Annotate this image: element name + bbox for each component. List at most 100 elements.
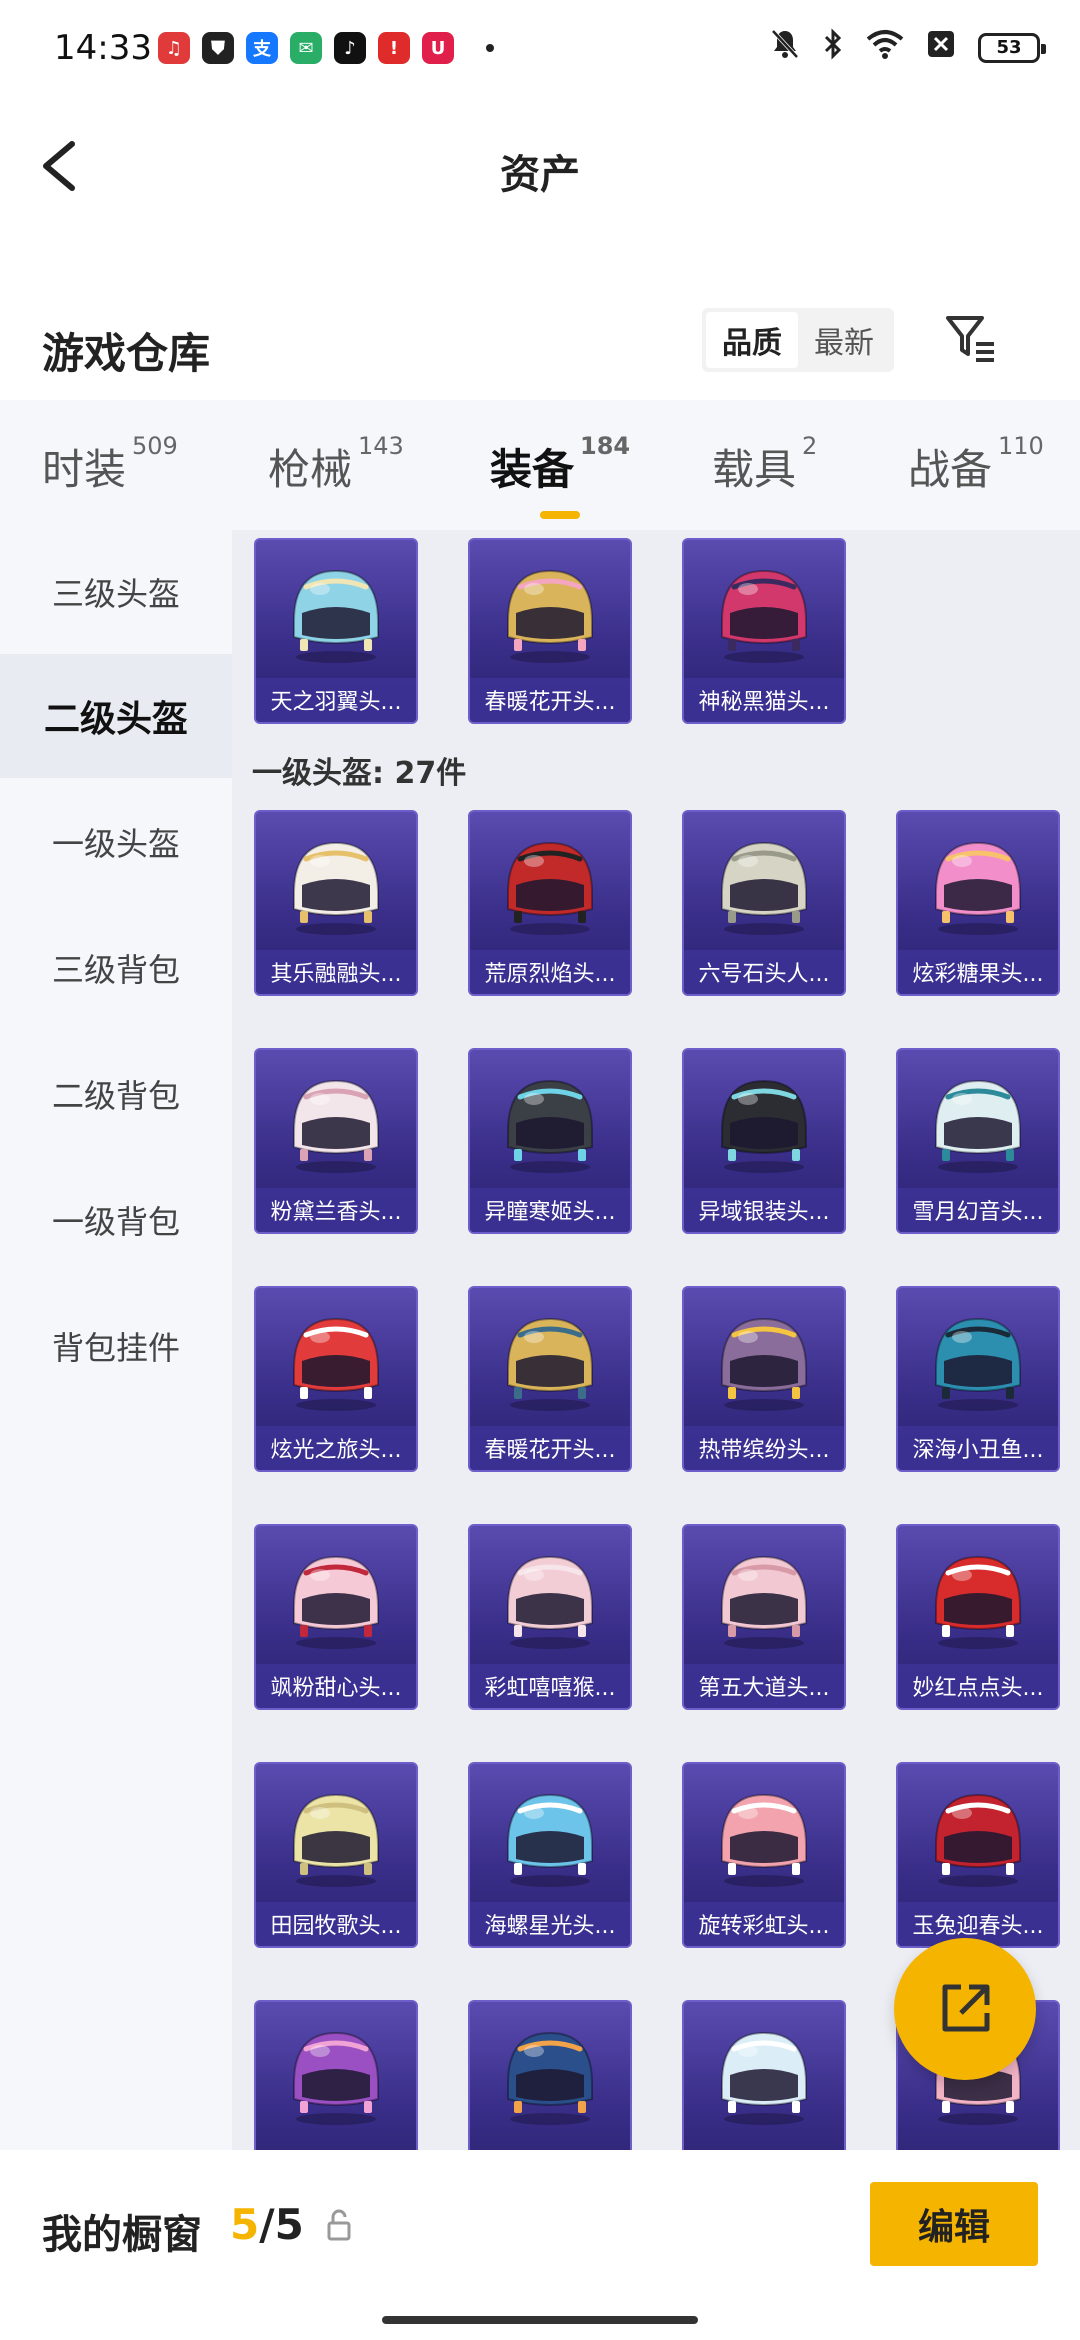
helmet-icon	[256, 1776, 416, 1896]
item-card[interactable]	[682, 2000, 846, 2150]
tab-count: 2	[802, 432, 818, 460]
helmet-icon	[898, 824, 1058, 944]
category-tabs: 时装 509 枪械 143 装备 184 载具 2 战备 110	[0, 400, 1080, 530]
item-card[interactable]: 玉兔迎春头...	[896, 1762, 1060, 1948]
item-card[interactable]: 春暖花开头...	[468, 538, 632, 724]
alipay-app-icon: 支	[246, 32, 278, 64]
top-nav: 资产	[0, 96, 1080, 246]
item-card[interactable]: 天之羽翼头...	[254, 538, 418, 724]
showcase-count: 5/5	[230, 2200, 304, 2249]
sidebar-item-level2-backpack[interactable]: 二级背包	[0, 1032, 232, 1156]
helmet-icon	[684, 1538, 844, 1658]
sidebar-item-level1-backpack[interactable]: 一级背包	[0, 1158, 232, 1282]
share-fab-button[interactable]	[894, 1938, 1036, 2080]
item-card[interactable]: 海螺星光头...	[468, 1762, 632, 1948]
lock-icon	[326, 2208, 352, 2242]
item-card[interactable]	[254, 2000, 418, 2150]
sort-latest-option[interactable]: 最新	[798, 312, 890, 368]
helmet-icon	[684, 552, 844, 672]
filter-button[interactable]	[942, 310, 1000, 368]
helmet-icon	[256, 1538, 416, 1658]
battery-indicator: 53	[978, 32, 1046, 63]
item-card[interactable]: 田园牧歌头...	[254, 1762, 418, 1948]
item-card[interactable]: 炫彩糖果头...	[896, 810, 1060, 996]
item-card[interactable]: 深海小丑鱼...	[896, 1286, 1060, 1472]
tab-label: 装备	[490, 445, 575, 494]
item-label: 第五大道头...	[684, 1664, 844, 1708]
item-card[interactable]: 彩虹嘻嘻猴...	[468, 1524, 632, 1710]
tab-count: 509	[132, 432, 178, 460]
group-title: 一级头盔: 27件	[252, 756, 467, 791]
active-tab-indicator	[540, 511, 581, 519]
item-label: 荒原烈焰头...	[470, 950, 630, 994]
showcase-total: /5	[259, 2200, 304, 2249]
item-card[interactable]: 飒粉甜心头...	[254, 1524, 418, 1710]
helmet-icon	[684, 1776, 844, 1896]
item-card[interactable]: 旋转彩虹头...	[682, 1762, 846, 1948]
helmet-icon	[898, 1300, 1058, 1420]
sort-toggle: 品质 最新	[702, 308, 894, 372]
item-card[interactable]: 荒原烈焰头...	[468, 810, 632, 996]
item-label: 热带缤纷头...	[684, 1426, 844, 1470]
tab-label: 战备	[908, 445, 993, 494]
item-card[interactable]	[468, 2000, 632, 2150]
item-label: 异瞳寒姬头...	[470, 1188, 630, 1232]
item-card[interactable]: 第五大道头...	[682, 1524, 846, 1710]
item-label: 深海小丑鱼...	[898, 1426, 1058, 1470]
item-card[interactable]: 热带缤纷头...	[682, 1286, 846, 1472]
helmet-icon	[256, 824, 416, 944]
filter-icon	[946, 316, 994, 362]
sidebar-item-level3-helmet[interactable]: 三级头盔	[0, 530, 232, 654]
tab-label: 枪械	[268, 445, 353, 494]
item-card[interactable]: 妙红点点头...	[896, 1524, 1060, 1710]
shield-app-icon: ⛊	[202, 32, 234, 64]
tab-count: 143	[358, 432, 404, 460]
tab-label: 时装	[42, 445, 127, 494]
item-card[interactable]: 异域银装头...	[682, 1048, 846, 1234]
item-card[interactable]: 雪月幻音头...	[896, 1048, 1060, 1234]
tab-equipment[interactable]: 装备 184	[490, 432, 630, 519]
notification-dot-icon	[486, 44, 494, 52]
bluetooth-icon	[822, 28, 844, 67]
mute-icon	[770, 28, 800, 67]
helmet-icon	[684, 2014, 844, 2134]
helmet-icon	[470, 1538, 630, 1658]
item-card[interactable]: 炫光之旅头...	[254, 1286, 418, 1472]
item-label: 炫光之旅头...	[256, 1426, 416, 1470]
helmet-icon	[470, 2014, 630, 2134]
status-app-icons: ♫ ⛊ 支 ✉ ♪! U	[158, 32, 494, 64]
sim-off-icon	[926, 29, 956, 66]
tab-count: 110	[998, 432, 1044, 460]
item-card[interactable]: 春暖花开头...	[468, 1286, 632, 1472]
sidebar-item-level3-backpack[interactable]: 三级背包	[0, 906, 232, 1030]
helmet-icon	[256, 2014, 416, 2134]
item-card[interactable]: 其乐融融头...	[254, 810, 418, 996]
tab-fashion[interactable]: 时装 509	[42, 432, 178, 497]
tab-supplies[interactable]: 战备 110	[908, 432, 1044, 497]
helmet-icon	[470, 1062, 630, 1182]
edit-button[interactable]: 编辑	[870, 2182, 1038, 2266]
helmet-icon	[684, 1062, 844, 1182]
helmet-icon	[470, 552, 630, 672]
item-card[interactable]: 异瞳寒姬头...	[468, 1048, 632, 1234]
item-label: 异域银装头...	[684, 1188, 844, 1232]
sort-quality-option[interactable]: 品质	[706, 312, 798, 368]
sidebar-item-backpack-charm[interactable]: 背包挂件	[0, 1284, 232, 1408]
item-card[interactable]: 六号石头人...	[682, 810, 846, 996]
item-label: 海螺星光头...	[470, 1902, 630, 1946]
item-label: 神秘黑猫头...	[684, 678, 844, 722]
tab-vehicles[interactable]: 载具 2	[712, 432, 817, 497]
item-label: 旋转彩虹头...	[684, 1902, 844, 1946]
showcase-label: 我的橱窗	[42, 2212, 202, 2258]
item-card[interactable]: 神秘黑猫头...	[682, 538, 846, 724]
sidebar-item-level1-helmet[interactable]: 一级头盔	[0, 780, 232, 904]
tab-firearms[interactable]: 枪械 143	[268, 432, 404, 497]
sidebar-item-level2-helmet[interactable]: 二级头盔	[0, 654, 232, 778]
helmet-icon	[470, 1776, 630, 1896]
item-card[interactable]: 粉黛兰香头...	[254, 1048, 418, 1234]
helmet-icon	[256, 552, 416, 672]
external-link-icon	[942, 1984, 990, 2032]
helmet-icon	[256, 1062, 416, 1182]
helmet-icon	[684, 824, 844, 944]
helmet-icon	[470, 1300, 630, 1420]
